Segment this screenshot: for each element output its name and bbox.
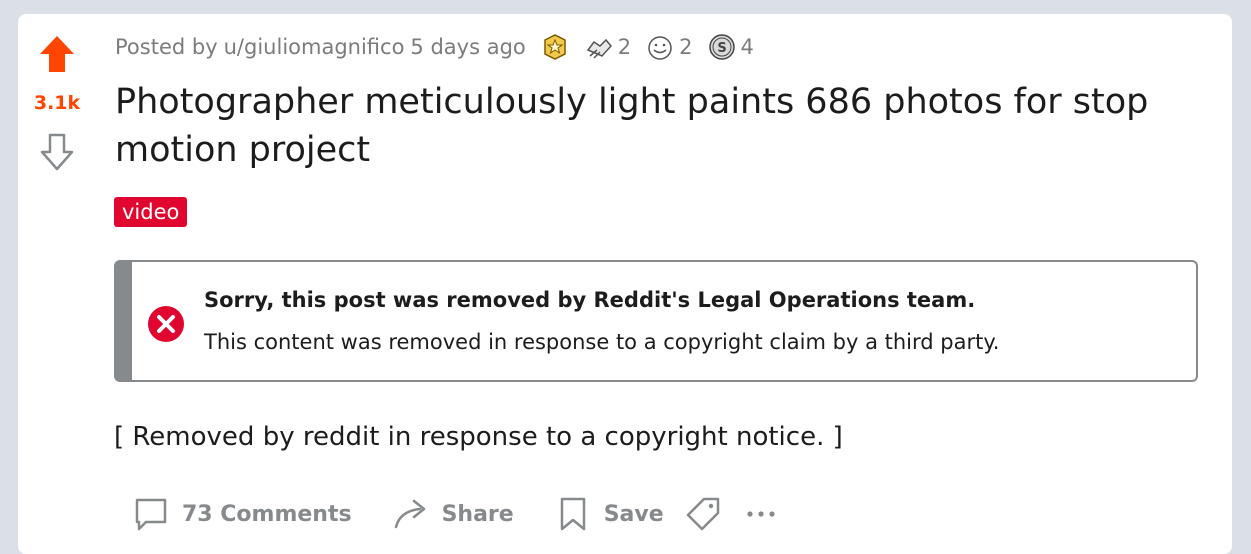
award-silver[interactable]: S 4 bbox=[707, 32, 754, 62]
comments-label: 73 Comments bbox=[182, 501, 352, 527]
upvote-arrow-icon[interactable] bbox=[38, 34, 76, 74]
post-flair[interactable]: video bbox=[114, 197, 188, 227]
more-options-icon bbox=[747, 511, 775, 517]
post-actions: 73 Comments Share Save bbox=[122, 492, 790, 536]
silver-award-icon: S bbox=[708, 34, 735, 60]
posted-by-label: Posted by bbox=[115, 35, 218, 59]
award-count: 2 bbox=[679, 35, 693, 59]
notice-body: This content was removed in response to … bbox=[204, 330, 1000, 354]
handshake-award-icon bbox=[586, 38, 612, 59]
share-icon bbox=[394, 499, 425, 529]
share-button[interactable]: Share bbox=[382, 492, 524, 536]
wholesome-award-icon bbox=[648, 36, 672, 60]
bookmark-icon bbox=[560, 497, 585, 531]
comment-icon bbox=[135, 498, 167, 531]
save-label: Save bbox=[603, 501, 664, 527]
gold-award-icon bbox=[544, 34, 566, 60]
downvote-arrow-icon[interactable] bbox=[38, 132, 76, 172]
tag-button[interactable] bbox=[674, 492, 732, 536]
removed-x-icon bbox=[148, 306, 184, 342]
award-count: 4 bbox=[740, 35, 754, 59]
award-count: 2 bbox=[617, 35, 632, 59]
share-label: Share bbox=[441, 501, 514, 527]
save-button[interactable]: Save bbox=[544, 492, 674, 536]
post-time: 5 days ago bbox=[410, 35, 526, 59]
award-gold[interactable] bbox=[540, 32, 570, 62]
comments-button[interactable]: 73 Comments bbox=[122, 492, 362, 536]
award-handshake[interactable]: 2 bbox=[584, 32, 631, 62]
removal-notice: Sorry, this post was removed by Reddit's… bbox=[114, 260, 1198, 382]
svg-text:S: S bbox=[717, 41, 726, 56]
removed-body-text: [ Removed by reddit in response to a cop… bbox=[114, 422, 843, 452]
post-meta: Posted by u/giuliomagnifico 5 days ago 2… bbox=[115, 32, 754, 62]
vote-score: 3.1k bbox=[33, 92, 81, 114]
tag-icon bbox=[686, 497, 719, 531]
author-link[interactable]: u/giuliomagnifico bbox=[224, 35, 405, 59]
more-options-button[interactable] bbox=[732, 492, 790, 536]
award-wholesome[interactable]: 2 bbox=[645, 32, 693, 62]
notice-title: Sorry, this post was removed by Reddit's… bbox=[204, 288, 976, 312]
post-title[interactable]: Photographer meticulously light paints 6… bbox=[115, 78, 1215, 174]
post-card: 3.1k Posted by u/giuliomagnifico 5 days … bbox=[18, 14, 1232, 554]
